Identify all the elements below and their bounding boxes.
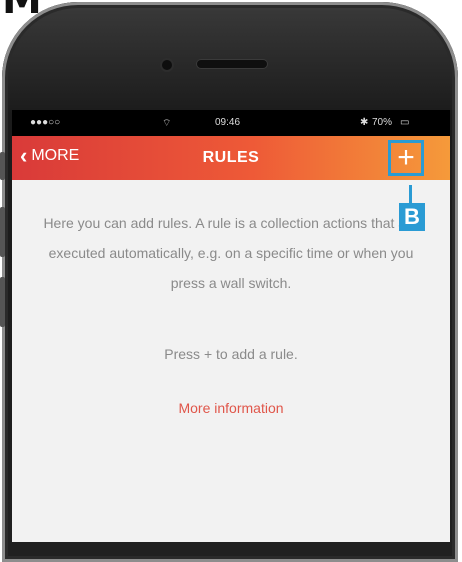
rules-description: Here you can add rules. A rule is a coll…: [43, 215, 419, 291]
rules-empty-state: Here you can add rules. A rule is a coll…: [12, 180, 450, 416]
more-information-link[interactable]: More information: [36, 400, 426, 416]
signal-icon: ●●●○○: [30, 117, 61, 128]
earpiece-speaker: [197, 60, 267, 68]
volume-up-button: [0, 207, 5, 257]
phone-screen: ●●●○○ ⌔ 09:46 ✱ 70% ▭ ‹ MORE RULES + Her…: [12, 110, 450, 542]
status-time: 09:46: [215, 117, 241, 128]
battery-percent: 70%: [372, 117, 393, 128]
front-camera: [162, 60, 172, 70]
navigation-bar: ‹ MORE RULES +: [12, 136, 450, 180]
callout-connector: [409, 185, 412, 205]
bluetooth-icon: ✱: [360, 117, 369, 128]
add-rule-hint: Press + to add a rule.: [164, 346, 298, 362]
status-bar: ●●●○○ ⌔ 09:46 ✱ 70% ▭: [12, 110, 450, 136]
page-title: RULES: [202, 149, 260, 166]
battery-icon: ▭: [400, 117, 410, 128]
plus-icon: +: [397, 141, 415, 174]
wifi-icon: ⌔: [162, 118, 172, 129]
callout-badge-b: B: [399, 203, 425, 231]
add-rule-button[interactable]: +: [388, 140, 424, 176]
mute-switch: [0, 152, 5, 180]
volume-down-button: [0, 277, 5, 327]
